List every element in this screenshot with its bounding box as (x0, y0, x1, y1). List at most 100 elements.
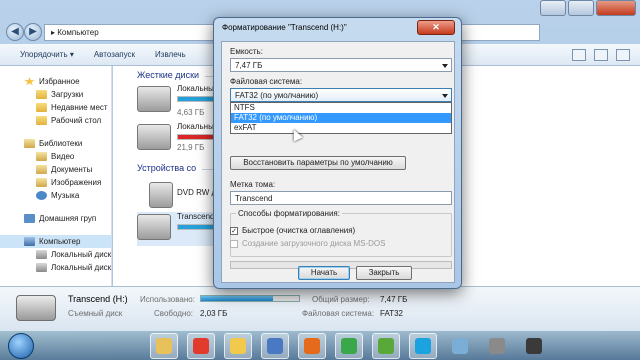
nav-computer[interactable]: Компьютер (0, 235, 111, 248)
nav-recent-places[interactable]: Недавние мест (0, 101, 111, 114)
nav-homegroup[interactable]: Домашняя груп (0, 212, 111, 225)
computer-icon (24, 237, 35, 246)
details-fs-label: Файловая система: (302, 309, 375, 318)
taskbar-app-button[interactable] (298, 333, 326, 359)
local-disk-icon (36, 263, 47, 272)
eject-button[interactable]: Извлечь (155, 50, 186, 59)
nav-downloads[interactable]: Загрузки (0, 88, 111, 101)
video-app-icon (267, 338, 283, 354)
downloads-folder-icon (36, 90, 47, 99)
breadcrumb[interactable]: ▸ Компьютер (44, 24, 214, 41)
nav-local-disk-d[interactable]: Локальный диск (0, 261, 111, 274)
nav-local-disk-c[interactable]: Локальный диск (0, 248, 111, 261)
start-button[interactable] (8, 333, 34, 359)
taskbar-app-button[interactable] (409, 333, 437, 359)
autoplay-button[interactable]: Автозапуск (94, 50, 135, 59)
chevron-down-icon (442, 94, 448, 98)
taskbar-app-button[interactable] (372, 333, 400, 359)
volume-label-input[interactable]: Transcend (230, 191, 452, 205)
firefox-icon (304, 338, 320, 354)
taskbar-app-button[interactable] (224, 333, 252, 359)
local-disk-icon (36, 250, 47, 259)
libraries-icon (24, 139, 35, 148)
checkbox-icon (230, 239, 238, 248)
details-total-value: 7,47 ГБ (380, 295, 408, 304)
details-pane: Transcend (H:) Съемный диск Использовано… (0, 286, 640, 330)
at-mail-icon (341, 338, 357, 354)
checkbox-icon: ✓ (230, 226, 238, 235)
details-free-value: 2,03 ГБ (200, 309, 228, 318)
restore-defaults-button[interactable]: Восстановить параметры по умолчанию (230, 156, 406, 170)
start-button[interactable]: Начать (298, 266, 350, 280)
skype-icon (415, 338, 431, 354)
nav-libraries[interactable]: Библиотеки (0, 137, 111, 150)
filesystem-select[interactable]: FAT32 (по умолчанию) (230, 88, 452, 102)
recent-places-icon (36, 103, 47, 112)
details-name: Transcend (H:) (68, 294, 128, 304)
taskbar-app-button[interactable] (150, 333, 178, 359)
nav-documents[interactable]: Документы (0, 163, 111, 176)
preview-pane-icon[interactable] (594, 48, 608, 61)
filesystem-option-fat32[interactable]: FAT32 (по умолчанию) (231, 113, 451, 123)
close-window-button[interactable] (596, 0, 636, 16)
homegroup-icon (24, 214, 35, 223)
filesystem-option-exfat[interactable]: exFAT (231, 123, 451, 133)
capacity-select[interactable]: 7,47 ГБ (230, 58, 452, 72)
nav-video[interactable]: Видео (0, 150, 111, 163)
forward-button[interactable]: ▶ (24, 23, 42, 41)
quick-format-checkbox[interactable]: ✓ Быстрое (очистка оглавления) (230, 226, 355, 235)
format-options-group: Способы форматирования: (230, 209, 452, 257)
organize-button[interactable]: Упорядочить ▾ (20, 50, 74, 59)
help-icon[interactable] (616, 48, 630, 61)
camera-icon (526, 338, 542, 354)
details-usage-bar (200, 295, 300, 302)
filesystem-dropdown: NTFS FAT32 (по умолчанию) exFAT (230, 102, 452, 134)
details-total-label: Общий размер: (312, 295, 370, 304)
maximize-button[interactable] (568, 0, 594, 16)
capacity-label: Емкость: (230, 47, 263, 56)
nav-pictures[interactable]: Изображения (0, 176, 111, 189)
desktop-icon (36, 116, 47, 125)
taskbar-app-button[interactable] (335, 333, 363, 359)
minimize-button[interactable] (540, 0, 566, 16)
settings-tool-icon (489, 338, 505, 354)
taskbar-app-button[interactable] (261, 333, 289, 359)
hard-drive-icon (137, 124, 171, 150)
taskbar (0, 330, 640, 360)
yandex-browser-icon (193, 338, 209, 354)
group-removable: Устройства со (137, 163, 404, 173)
taskbar-app-button[interactable] (520, 333, 548, 359)
taskbar-app-button[interactable] (483, 333, 511, 359)
usb-drive-icon (16, 295, 56, 321)
music-library-icon (36, 191, 47, 200)
dvd-drive-icon (149, 182, 173, 208)
chat-icon (452, 338, 468, 354)
nav-desktop[interactable]: Рабочий стол (0, 114, 111, 127)
details-free-label: Свободно: (154, 309, 193, 318)
view-options-icon[interactable] (572, 48, 586, 61)
video-library-icon (36, 152, 47, 161)
nav-music[interactable]: Музыка (0, 189, 111, 202)
details-used-label: Использовано: (140, 295, 195, 304)
view-controls (572, 48, 630, 61)
utorrent-icon (378, 338, 394, 354)
star-icon (24, 77, 35, 86)
close-button[interactable]: Закрыть (356, 266, 412, 280)
documents-library-icon (36, 165, 47, 174)
dialog-title: Форматирование "Transcend (H:)" (222, 23, 347, 32)
usb-drive-icon (137, 214, 171, 240)
volume-label-label: Метка тома: (230, 180, 276, 189)
nav-favorites[interactable]: Избранное (0, 75, 111, 88)
format-dialog: Форматирование "Transcend (H:)" ✕ Емкост… (213, 17, 462, 289)
chevron-down-icon (442, 64, 448, 68)
details-fs-value: FAT32 (380, 309, 403, 318)
back-button[interactable]: ◀ (6, 23, 24, 41)
windows-explorer-icon (156, 338, 172, 354)
dialog-close-button[interactable]: ✕ (417, 20, 455, 35)
filesystem-option-ntfs[interactable]: NTFS (231, 103, 451, 113)
taskbar-app-button[interactable] (446, 333, 474, 359)
details-type: Съемный диск (68, 309, 123, 318)
breadcrumb-computer[interactable]: Компьютер (57, 28, 98, 37)
taskbar-app-button[interactable] (187, 333, 215, 359)
msdos-boot-checkbox[interactable]: Создание загрузочного диска MS-DOS (230, 239, 385, 248)
